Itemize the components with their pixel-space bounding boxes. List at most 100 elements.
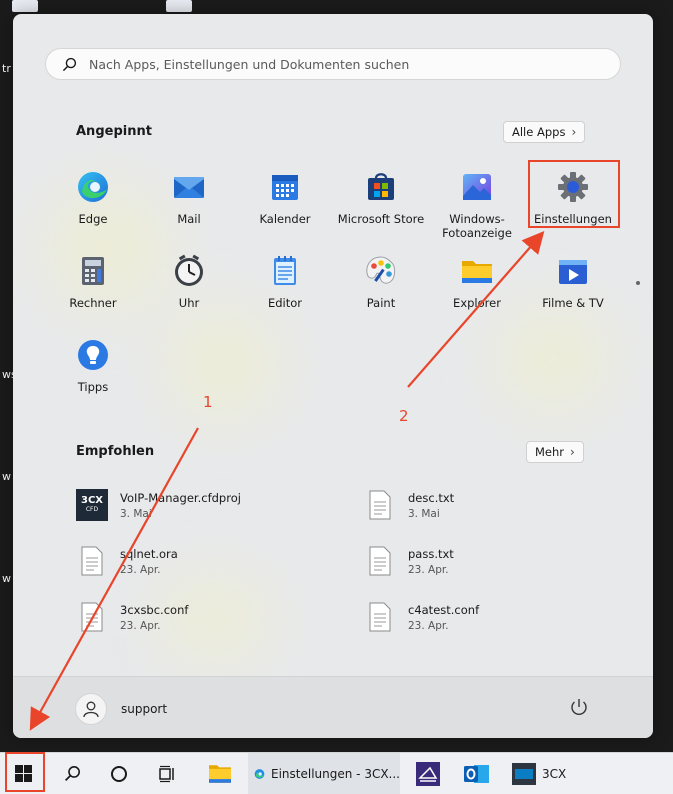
pinned-title: Angepinnt bbox=[76, 124, 152, 139]
taskbar-task-view-button[interactable] bbox=[145, 753, 189, 794]
desktop-label: w bbox=[2, 572, 11, 585]
pinned-app-uhr[interactable]: Uhr bbox=[144, 244, 234, 322]
task-view-icon bbox=[159, 765, 174, 782]
outlook-icon bbox=[464, 764, 489, 783]
pinned-app-rechner[interactable]: Rechner bbox=[48, 244, 138, 322]
chevron-right-icon: › bbox=[571, 125, 577, 139]
pinned-app-edge[interactable]: Edge bbox=[48, 160, 138, 238]
recommended-item[interactable]: pass.txt 23. Apr. bbox=[364, 541, 624, 581]
recommended-name: pass.txt bbox=[408, 546, 454, 561]
all-apps-label: Alle Apps bbox=[512, 125, 566, 139]
taskbar-3cx-label: 3CX bbox=[542, 766, 567, 781]
edge-icon bbox=[254, 768, 265, 779]
pinned-app-tipps[interactable]: Tipps bbox=[48, 328, 138, 406]
annotation-step-2: 2 bbox=[399, 407, 409, 425]
recommended-date: 23. Apr. bbox=[120, 619, 161, 632]
pinned-app-mail[interactable]: Mail bbox=[144, 160, 234, 238]
search-icon bbox=[62, 57, 77, 71]
pinned-app-paint[interactable]: Paint bbox=[336, 244, 426, 322]
folder-icon bbox=[462, 261, 492, 283]
tips-icon bbox=[78, 340, 108, 370]
start-button-highlight-box bbox=[5, 752, 45, 792]
more-label: Mehr bbox=[535, 445, 565, 459]
desktop-label: tr bbox=[2, 62, 11, 75]
desktop-icon[interactable] bbox=[166, 0, 192, 12]
mail-icon bbox=[174, 177, 204, 198]
text-file-icon bbox=[76, 601, 108, 633]
taskbar-file-explorer[interactable] bbox=[198, 753, 242, 794]
recommended-name: 3cxsbc.conf bbox=[120, 602, 189, 617]
movies-icon bbox=[559, 260, 587, 284]
cortana-icon bbox=[111, 765, 127, 782]
power-icon[interactable] bbox=[569, 697, 589, 717]
recommended-item[interactable]: desc.txt 3. Mai bbox=[364, 485, 624, 525]
3cx-icon bbox=[512, 762, 536, 785]
app-label: Paint bbox=[366, 296, 396, 310]
app-label: Mail bbox=[177, 212, 201, 226]
recommended-date: 3. Mai bbox=[120, 507, 152, 520]
search-box[interactable] bbox=[45, 48, 621, 80]
text-file-icon bbox=[364, 489, 396, 521]
recommended-date: 23. Apr. bbox=[408, 619, 449, 632]
app-label: Kalender bbox=[259, 212, 311, 226]
recommended-item[interactable]: sqlnet.ora 23. Apr. bbox=[76, 541, 336, 581]
app-label: Editor bbox=[267, 296, 303, 310]
recommended-title: Empfohlen bbox=[76, 444, 155, 459]
taskbar-sbc-app[interactable] bbox=[406, 753, 450, 794]
search-input[interactable] bbox=[87, 55, 591, 73]
recommended-date: 23. Apr. bbox=[120, 563, 161, 576]
edge-icon bbox=[78, 172, 108, 202]
start-menu-footer: support bbox=[13, 676, 653, 738]
pinned-app-filme-tv[interactable]: Filme & TV bbox=[528, 244, 618, 322]
scroll-indicator bbox=[636, 281, 640, 285]
notepad-icon bbox=[274, 256, 296, 285]
app-label: Windows-Fotoanzeige bbox=[442, 212, 512, 240]
calendar-icon bbox=[272, 175, 298, 200]
user-account-button[interactable]: support bbox=[75, 693, 167, 725]
recommended-date: 23. Apr. bbox=[408, 563, 449, 576]
app-label: Rechner bbox=[69, 296, 117, 310]
annotation-step-1: 1 bbox=[203, 393, 213, 411]
recommended-item[interactable]: c4atest.conf 23. Apr. bbox=[364, 597, 624, 637]
calculator-icon bbox=[82, 257, 104, 285]
taskbar-3cx-app[interactable]: 3CX bbox=[506, 753, 572, 794]
app-label: Explorer bbox=[453, 296, 501, 310]
user-name: support bbox=[121, 702, 168, 716]
app-label: Tipps bbox=[77, 380, 109, 394]
clock-icon bbox=[175, 254, 203, 286]
3cx-cfd-icon-subtext: CFD bbox=[85, 506, 99, 513]
app-label: Microsoft Store bbox=[337, 212, 425, 226]
pinned-app-kalender[interactable]: Kalender bbox=[240, 160, 330, 238]
recommended-date: 3. Mai bbox=[408, 507, 440, 520]
taskbar-edge-window[interactable]: Einstellungen - 3CX... bbox=[248, 753, 400, 794]
pinned-app-microsoft-store[interactable]: Microsoft Store bbox=[336, 160, 426, 238]
chevron-right-icon: › bbox=[570, 445, 575, 459]
3cx-cfd-icon: 3CX CFD bbox=[76, 489, 108, 521]
pinned-app-explorer[interactable]: Explorer bbox=[432, 244, 522, 322]
3cx-cfd-icon-text: 3CX bbox=[80, 495, 103, 506]
pinned-app-windows-fotoanzeige[interactable]: Windows-Fotoanzeige bbox=[432, 160, 522, 240]
store-icon bbox=[368, 173, 394, 200]
app-label: Uhr bbox=[178, 296, 200, 310]
taskbar-search-button[interactable] bbox=[50, 753, 94, 794]
sbc-icon bbox=[416, 761, 440, 786]
recommended-name: sqlnet.ora bbox=[120, 546, 178, 561]
text-file-icon bbox=[364, 601, 396, 633]
recommended-item[interactable]: 3cxsbc.conf 23. Apr. bbox=[76, 597, 336, 637]
all-apps-button[interactable]: Alle Apps › bbox=[503, 121, 586, 143]
file-explorer-icon bbox=[209, 764, 231, 783]
taskbar-cortana-button[interactable] bbox=[97, 753, 141, 794]
recommended-name: VoIP-Manager.cfdproj bbox=[120, 490, 241, 505]
text-file-icon bbox=[364, 545, 396, 577]
user-icon bbox=[83, 701, 99, 718]
taskbar-window-title: Einstellungen - 3CX... bbox=[271, 766, 400, 781]
photos-icon bbox=[463, 174, 491, 200]
more-button[interactable]: Mehr › bbox=[526, 441, 584, 463]
pinned-app-editor[interactable]: Editor bbox=[240, 244, 330, 322]
taskbar-outlook[interactable] bbox=[455, 753, 499, 794]
app-label: Edge bbox=[78, 212, 108, 226]
recommended-item[interactable]: 3CX CFD VoIP-Manager.cfdproj 3. Mai bbox=[76, 485, 336, 525]
file-icon bbox=[76, 545, 108, 577]
desktop-icon[interactable] bbox=[12, 0, 38, 12]
paint-icon bbox=[366, 256, 396, 284]
